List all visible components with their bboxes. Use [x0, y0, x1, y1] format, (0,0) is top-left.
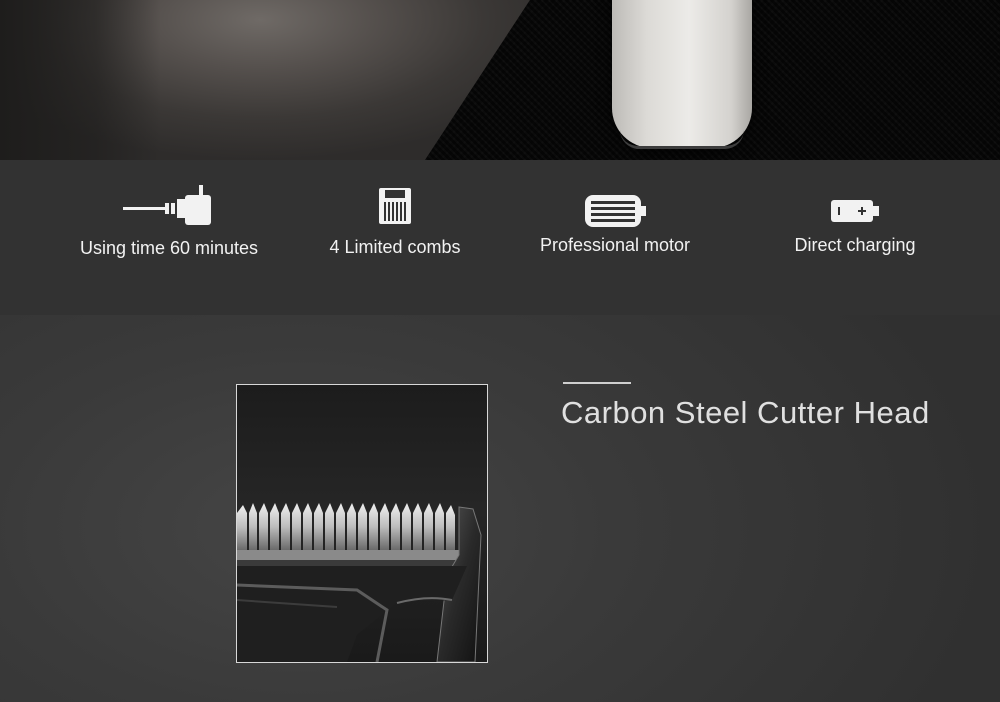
feature-label: Professional motor	[539, 235, 691, 255]
battery-icon	[735, 199, 975, 228]
feature-direct-charging: Direct charging	[735, 160, 975, 315]
motor-icon	[495, 193, 735, 234]
cutter-head-section: Carbon Steel Cutter Head	[0, 315, 1000, 702]
title-divider	[563, 382, 631, 384]
feature-label: 4 Limited combs	[329, 237, 461, 257]
hero-shadow	[0, 0, 160, 160]
trimmer-body-edge	[620, 130, 744, 149]
feature-limit-combs: 4 Limited combs	[275, 160, 515, 315]
feature-band: Using time 60 minutes 4 Limited combs Pr…	[0, 160, 1000, 315]
trimmer-body	[612, 0, 752, 148]
feature-usage-time: Using time 60 minutes	[49, 160, 289, 315]
hero-banner-image	[0, 0, 1000, 160]
feature-motor: Professional motor	[495, 160, 735, 315]
charging-cable-icon	[49, 185, 289, 234]
feature-label: Direct charging	[794, 235, 916, 255]
cutter-head-photo	[236, 384, 488, 663]
feature-label: Using time 60 minutes	[79, 238, 259, 258]
limit-comb-icon	[275, 188, 515, 231]
section-title: Carbon Steel Cutter Head	[561, 395, 930, 430]
